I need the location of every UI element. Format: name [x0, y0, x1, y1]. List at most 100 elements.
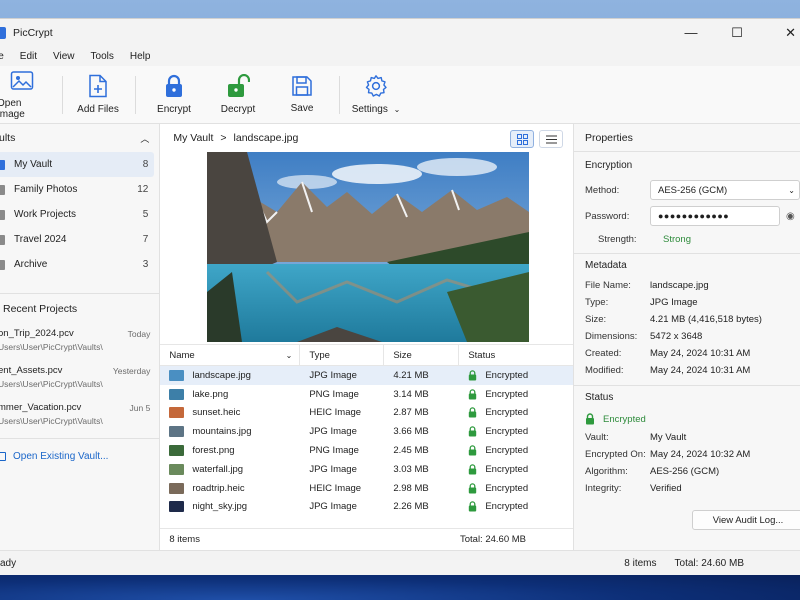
- metadata-value: May 24, 2024 10:31 AM: [650, 348, 751, 359]
- file-size: 2.87 MB: [393, 407, 429, 419]
- breadcrumb-separator: >: [220, 132, 227, 144]
- recent-project-date: Jun 5: [129, 403, 151, 413]
- vault-icon: [0, 159, 5, 170]
- lock-icon: [469, 445, 477, 456]
- file-type: JPG Image: [309, 369, 357, 381]
- eye-icon[interactable]: ◉: [786, 211, 795, 222]
- table-row[interactable]: forest.png PNG Image 2.45 MB Encrypted: [160, 441, 573, 460]
- file-size: 3.14 MB: [393, 388, 429, 400]
- column-header-size[interactable]: Size: [384, 345, 460, 365]
- file-name-cell: forest.png: [160, 445, 300, 457]
- status-value: May 24, 2024 10:32 AM: [650, 449, 751, 460]
- vaults-header[interactable]: ults ︿: [0, 124, 159, 152]
- menu-file[interactable]: le: [0, 51, 12, 62]
- table-row[interactable]: sunset.heic HEIC Image 2.87 MB Encrypted: [160, 404, 573, 423]
- window-title: PicCrypt: [13, 26, 53, 39]
- recent-project-item[interactable]: on_Trip_2024.pcv Users\User\PicCrypt\Vau…: [0, 324, 159, 361]
- method-select[interactable]: AES-256 (GCM) ⌄: [650, 180, 800, 200]
- file-status: Encrypted: [485, 426, 529, 438]
- metadata-list: File Name: landscape.jpg Type: JPG Image Siz…: [574, 277, 800, 379]
- menu-bar: le Edit View Tools Help: [0, 46, 800, 66]
- file-table: Name ⌄ Type Size Status landscape.jpg JPG …: [160, 344, 573, 516]
- file-name: night_sky.jpg: [192, 501, 248, 513]
- table-row[interactable]: waterfall.jpg JPG Image 3.03 MB Encrypted: [160, 460, 573, 479]
- column-header-status[interactable]: Status: [459, 345, 573, 365]
- file-status-cell: Encrypted: [459, 426, 573, 437]
- settings-button[interactable]: Settings ⌄: [343, 66, 409, 124]
- view-audit-log-button[interactable]: View Audit Log...: [692, 510, 800, 530]
- maximize-button[interactable]: ☐: [714, 19, 760, 46]
- file-type: JPG Image: [309, 426, 357, 438]
- vault-icon: [0, 209, 5, 220]
- table-row[interactable]: roadtrip.heic HEIC Image 2.98 MB Encrypted: [160, 479, 573, 498]
- file-name-cell: sunset.heic: [160, 407, 300, 419]
- menu-view[interactable]: View: [45, 51, 83, 62]
- unlock-icon: [228, 74, 250, 97]
- add-files-button[interactable]: Add Files: [63, 66, 133, 124]
- sidebar-item-archive[interactable]: Archive 3: [0, 252, 154, 277]
- table-row[interactable]: landscape.jpg JPG Image 4.21 MB Encrypted: [160, 366, 573, 385]
- file-status: Encrypted: [485, 445, 529, 457]
- file-type: PNG Image: [309, 445, 359, 457]
- open-image-button[interactable]: Open Image: [0, 66, 47, 124]
- close-button[interactable]: ✕: [760, 19, 800, 46]
- lock-icon: [469, 370, 477, 381]
- metadata-row: Modified: May 24, 2024 10:31 AM: [574, 362, 800, 379]
- sidebar-item-family-photos[interactable]: Family Photos 12: [0, 177, 154, 202]
- metadata-value: 5472 x 3648: [650, 331, 703, 342]
- menu-tools[interactable]: Tools: [83, 51, 122, 62]
- decrypt-button[interactable]: Decrypt: [210, 66, 266, 124]
- vault-count: 5: [142, 209, 149, 220]
- app-logo-icon: [0, 26, 6, 39]
- properties-panel: Properties Encryption Method: AES-256 (G…: [574, 124, 800, 550]
- image-thumbnail: [169, 482, 185, 494]
- add-files-label: Add Files: [77, 104, 119, 115]
- grid-icon: [516, 133, 528, 145]
- grid-view-button[interactable]: [510, 130, 534, 148]
- image-icon: [10, 70, 34, 90]
- table-row[interactable]: mountains.jpg JPG Image 3.66 MB Encrypted: [160, 422, 573, 441]
- section-divider: [574, 253, 800, 254]
- recent-project-path: Users\User\PicCrypt\Vaults\: [0, 416, 103, 426]
- minimize-button[interactable]: —: [668, 19, 714, 46]
- sidebar-item-work-projects[interactable]: Work Projects 5: [0, 202, 154, 227]
- recent-projects-header: › Recent Projects: [0, 294, 159, 324]
- image-thumbnail: [169, 388, 185, 400]
- file-size: 4.21 MB: [393, 369, 429, 381]
- table-row[interactable]: lake.png PNG Image 3.14 MB Encrypted: [160, 385, 573, 404]
- metadata-key: Modified:: [585, 365, 624, 376]
- status-state: Encrypted: [603, 413, 646, 425]
- metadata-key: Dimensions:: [585, 331, 638, 342]
- list-view-button[interactable]: [539, 130, 563, 148]
- vault-count: 3: [142, 259, 149, 270]
- list-icon: [545, 134, 557, 144]
- menu-help[interactable]: Help: [122, 51, 159, 62]
- status-item-count: 8 items: [624, 557, 657, 569]
- menu-edit[interactable]: Edit: [12, 51, 45, 62]
- sidebar-item-travel-2024[interactable]: Travel 2024 7: [0, 227, 154, 252]
- chevron-down-icon: ⌄: [393, 105, 401, 114]
- open-existing-vault-link[interactable]: Open Existing Vault...: [0, 444, 159, 468]
- column-header-name[interactable]: Name ⌄: [160, 345, 301, 365]
- lock-icon: [586, 413, 594, 425]
- file-type: HEIC Image: [309, 482, 362, 494]
- password-field[interactable]: ●●●●●●●●●●●●: [650, 206, 780, 226]
- save-button[interactable]: Save: [266, 66, 338, 124]
- image-preview: [207, 152, 530, 342]
- column-header-type[interactable]: Type: [300, 345, 385, 365]
- status-text: ady: [0, 557, 17, 569]
- status-bar: ady 8 items Total: 24.60 MB: [0, 550, 800, 575]
- lock-icon: [469, 426, 477, 437]
- toolbar-divider: [339, 75, 340, 114]
- encrypt-button[interactable]: Encrypt: [139, 66, 209, 124]
- recent-project-item[interactable]: ent_Assets.pcv Users\User\PicCrypt\Vault…: [0, 361, 159, 398]
- metadata-key: File Name:: [585, 280, 631, 291]
- breadcrumb-root[interactable]: My Vault: [173, 132, 213, 144]
- recent-project-item[interactable]: mmer_Vacation.pcv Users\User\PicCrypt\Va…: [0, 398, 159, 435]
- file-name: waterfall.jpg: [192, 463, 244, 475]
- sidebar-item-my-vault[interactable]: My Vault 8: [0, 152, 155, 177]
- file-size: 3.66 MB: [393, 426, 429, 438]
- table-row[interactable]: night_sky.jpg JPG Image 2.26 MB Encrypted: [160, 498, 573, 517]
- metadata-value: landscape.jpg: [650, 280, 709, 291]
- file-status-cell: Encrypted: [459, 389, 573, 400]
